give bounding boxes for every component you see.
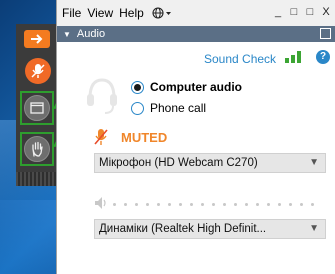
audio-panel-header[interactable]: ▼ Audio bbox=[57, 26, 335, 42]
collapse-triangle-icon: ▼ bbox=[63, 29, 71, 39]
mute-mic-button[interactable] bbox=[25, 58, 51, 84]
arrow-right-icon bbox=[31, 34, 43, 44]
headset-icon bbox=[87, 78, 117, 114]
speaker-icon bbox=[95, 197, 106, 209]
drag-handle[interactable] bbox=[16, 172, 58, 186]
menu-help[interactable]: Help bbox=[119, 6, 144, 20]
maximize-button[interactable]: □ bbox=[304, 6, 316, 18]
phone-call-label: Phone call bbox=[150, 101, 207, 115]
audio-window: File View Help _ □ □ X ▼ Audio Sound Che… bbox=[56, 0, 335, 274]
speaker-device-label: Динаміки (Realtek High Definit... bbox=[99, 223, 267, 235]
signal-strength-icon bbox=[285, 51, 301, 63]
mic-status: MUTED bbox=[121, 130, 168, 145]
chevron-down-icon: ▼ bbox=[309, 223, 319, 234]
computer-audio-label: Computer audio bbox=[150, 80, 242, 94]
phone-call-option[interactable]: Phone call bbox=[131, 101, 206, 115]
computer-audio-option[interactable]: Computer audio bbox=[131, 80, 242, 94]
close-button[interactable]: X bbox=[320, 6, 332, 18]
wallpaper-light-ray bbox=[0, 200, 60, 274]
speaker-select[interactable]: Динаміки (Realtek High Definit... ▼ bbox=[94, 219, 326, 239]
microphone-device-label: Мікрофон (HD Webcam C270) bbox=[99, 157, 258, 169]
window-icon bbox=[30, 102, 44, 114]
muted-mic-icon bbox=[94, 129, 108, 145]
language-menu[interactable] bbox=[152, 7, 172, 19]
globe-icon bbox=[152, 7, 171, 19]
popout-icon[interactable] bbox=[320, 28, 331, 39]
panel-title: Audio bbox=[76, 28, 106, 40]
help-icon[interactable]: ? bbox=[316, 50, 330, 64]
menu-view[interactable]: View bbox=[87, 6, 113, 20]
menu-file[interactable]: File bbox=[62, 6, 81, 20]
radio-computer-audio[interactable] bbox=[131, 80, 144, 94]
sound-check-link[interactable]: Sound Check bbox=[204, 52, 276, 66]
microphone-select[interactable]: Мікрофон (HD Webcam C270) ▼ bbox=[94, 153, 326, 173]
menu-bar: File View Help _ □ □ X bbox=[57, 0, 335, 26]
chevron-down-icon: ▼ bbox=[309, 157, 319, 168]
screen-share-button[interactable] bbox=[20, 91, 54, 125]
raise-hand-button[interactable] bbox=[20, 132, 54, 166]
speaker-level-meter bbox=[113, 203, 314, 206]
restore-button[interactable]: □ bbox=[288, 6, 300, 18]
minimize-button[interactable]: _ bbox=[272, 6, 284, 18]
muted-mic-icon bbox=[31, 64, 45, 78]
collapse-panel-button[interactable] bbox=[24, 30, 50, 48]
radio-phone-call[interactable] bbox=[131, 101, 144, 115]
hand-icon bbox=[32, 141, 43, 157]
